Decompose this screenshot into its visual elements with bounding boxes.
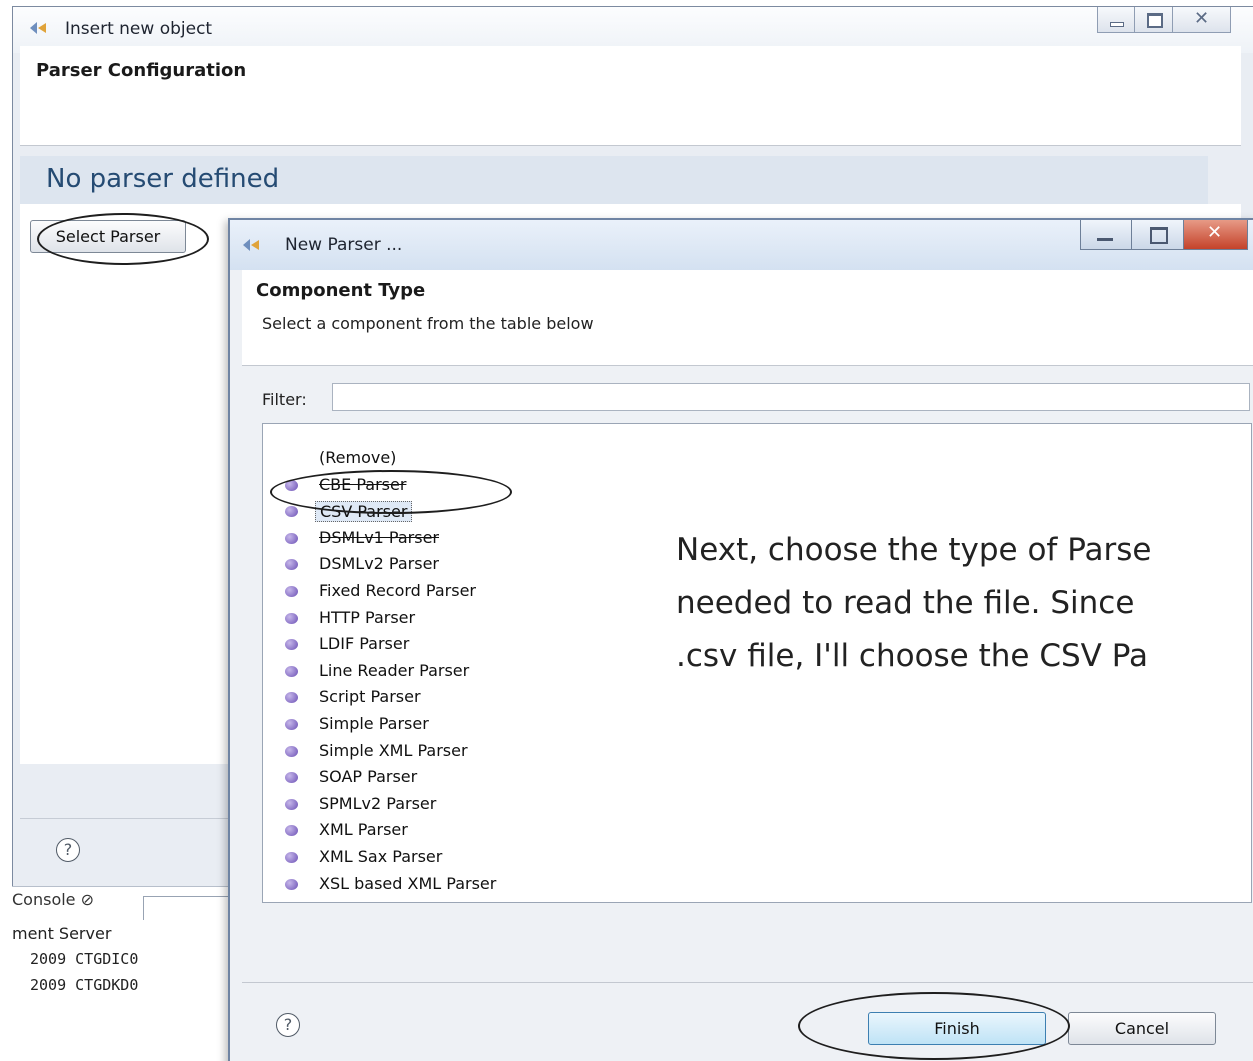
parser-bullet-icon bbox=[285, 878, 298, 890]
list-item[interactable]: SOAP Parser bbox=[263, 765, 663, 791]
tutorial-annotation: Next, choose the type of Parse needed to… bbox=[676, 524, 1253, 683]
outer-header: Parser Configuration bbox=[20, 46, 1241, 146]
list-item-label: Fixed Record Parser bbox=[319, 581, 476, 600]
list-item[interactable]: Line Reader Parser bbox=[263, 659, 663, 685]
list-item[interactable]: Simple Parser bbox=[263, 712, 663, 738]
list-item[interactable]: LDIF Parser bbox=[263, 632, 663, 658]
outer-window-title: Insert new object bbox=[65, 19, 213, 39]
parser-bullet-icon bbox=[285, 745, 298, 757]
parser-bullet-icon bbox=[285, 798, 298, 810]
annotation-line: Next, choose the type of Parse bbox=[676, 532, 1152, 568]
console-line: 2009 CTGDKD0 bbox=[30, 976, 139, 994]
finish-highlight-circle bbox=[798, 992, 1070, 1060]
parser-bullet-icon bbox=[285, 852, 298, 863]
parser-bullet-icon bbox=[285, 532, 298, 544]
parser-bullet-icon bbox=[285, 772, 298, 784]
cancel-button[interactable]: Cancel bbox=[1068, 1012, 1216, 1045]
list-item-label: Simple XML Parser bbox=[319, 740, 468, 760]
list-item-label: DSMLv1 Parser bbox=[319, 527, 439, 547]
dialog-app-icon bbox=[243, 239, 259, 251]
list-item[interactable]: Script Parser bbox=[263, 685, 663, 711]
list-item-label: (Remove) bbox=[319, 448, 397, 467]
dialog-header: Component Type Select a component from t… bbox=[242, 270, 1253, 366]
parser-bullet-icon bbox=[285, 719, 298, 730]
console-server-label: ment Server bbox=[12, 924, 112, 943]
dialog-window-controls: ✕ bbox=[1080, 220, 1248, 250]
parser-bullet-icon bbox=[285, 559, 298, 571]
screenshot-stage: Insert new object ✕ Parser Configuration… bbox=[0, 0, 1253, 1061]
parser-bullet-icon bbox=[285, 612, 298, 624]
list-item[interactable]: HTTP Parser bbox=[263, 606, 663, 632]
filter-label: Filter: bbox=[262, 390, 307, 409]
list-item[interactable]: DSMLv1 Parser bbox=[263, 526, 663, 552]
list-item-label: SOAP Parser bbox=[319, 767, 418, 787]
outer-help-icon[interactable]: ? bbox=[56, 838, 80, 862]
annotation-line: .csv file, I'll choose the CSV Pa bbox=[676, 638, 1149, 674]
list-item-label: HTTP Parser bbox=[319, 607, 416, 627]
parser-status-message: No parser defined bbox=[46, 164, 280, 194]
dialog-maximize-button[interactable] bbox=[1132, 220, 1184, 250]
window-app-icon bbox=[30, 22, 46, 34]
dialog-header-subtitle: Select a component from the table below bbox=[262, 314, 594, 333]
list-item[interactable]: XML Parser bbox=[263, 818, 663, 844]
list-item-label: Simple Parser bbox=[319, 714, 429, 733]
dialog-close-button[interactable]: ✕ bbox=[1184, 220, 1248, 250]
list-item-label: XML Sax Parser bbox=[319, 847, 443, 866]
outer-header-title: Parser Configuration bbox=[36, 60, 247, 81]
list-item[interactable]: DSMLv2 Parser bbox=[263, 552, 663, 578]
maximize-button[interactable] bbox=[1135, 7, 1173, 33]
filter-input[interactable] bbox=[332, 383, 1250, 411]
console-line: 2009 CTGDIC0 bbox=[30, 950, 139, 968]
parser-bullet-icon bbox=[285, 586, 298, 597]
list-item[interactable]: XML Sax Parser bbox=[263, 845, 663, 871]
dialog-minimize-button[interactable] bbox=[1080, 220, 1132, 250]
list-item-label: XML Parser bbox=[319, 820, 408, 840]
list-item-label: Line Reader Parser bbox=[319, 660, 470, 680]
console-tab[interactable]: Console ⊘ bbox=[12, 890, 94, 909]
annotation-line: needed to read the file. Since bbox=[676, 585, 1135, 621]
list-item-label: Script Parser bbox=[319, 687, 421, 707]
parser-bullet-icon bbox=[285, 506, 298, 518]
close-button[interactable]: ✕ bbox=[1173, 7, 1231, 33]
list-item[interactable]: (Remove) bbox=[263, 446, 663, 472]
close-icon: ✕ bbox=[1207, 222, 1223, 243]
csv-parser-highlight-circle bbox=[270, 470, 512, 514]
list-item[interactable]: SPMLv2 Parser bbox=[263, 792, 663, 818]
parser-status-bar: No parser defined bbox=[20, 156, 1208, 204]
dialog-help-icon[interactable]: ? bbox=[276, 1013, 300, 1037]
close-icon: ✕ bbox=[1194, 8, 1210, 29]
list-item[interactable]: XSL based XML Parser bbox=[263, 872, 663, 898]
list-item-label: XSL based XML Parser bbox=[319, 873, 497, 893]
parser-bullet-icon bbox=[285, 639, 298, 651]
dialog-header-title: Component Type bbox=[256, 280, 426, 301]
list-item[interactable]: Simple XML Parser bbox=[263, 739, 663, 765]
dialog-footer-separator bbox=[242, 982, 1253, 983]
parser-bullet-icon bbox=[285, 692, 298, 704]
list-item-label: DSMLv2 Parser bbox=[319, 554, 439, 574]
dialog-title: New Parser ... bbox=[285, 235, 403, 255]
parser-bullet-icon bbox=[285, 825, 298, 837]
list-item-label: LDIF Parser bbox=[319, 634, 410, 654]
parser-bullet-icon bbox=[285, 665, 298, 677]
select-parser-highlight-circle bbox=[37, 213, 209, 265]
list-item-label: SPMLv2 Parser bbox=[319, 793, 437, 813]
inner-title-bar: New Parser ... ✕ bbox=[230, 220, 1253, 270]
outer-window-controls: ✕ bbox=[1097, 7, 1231, 33]
minimize-button[interactable] bbox=[1097, 7, 1135, 33]
list-item[interactable]: Fixed Record Parser bbox=[263, 579, 663, 605]
